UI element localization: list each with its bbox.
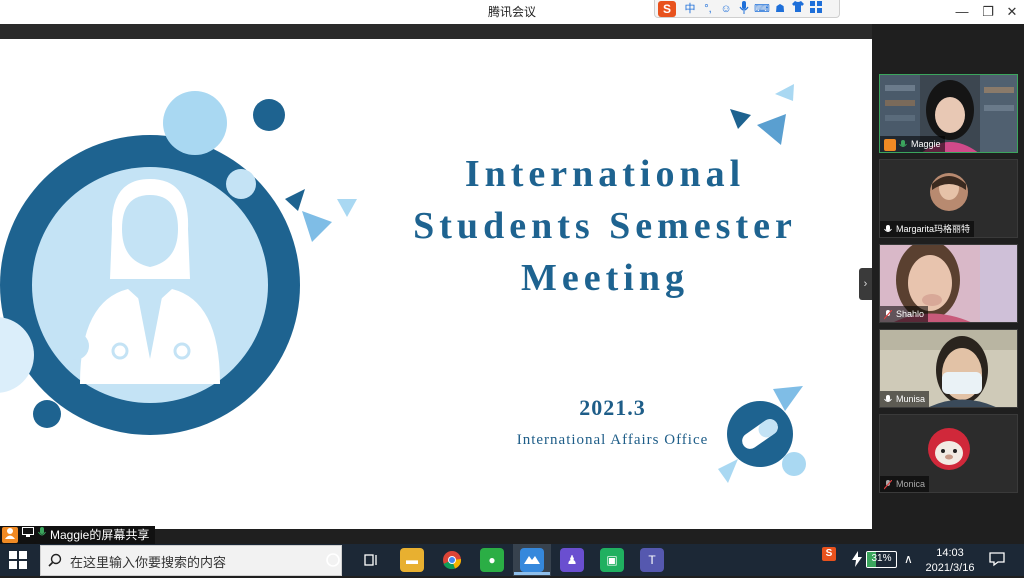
cortana-icon[interactable] xyxy=(321,548,345,572)
clock-time[interactable]: 14:03 xyxy=(926,547,974,559)
teams-icon[interactable]: T xyxy=(640,548,664,572)
minimize-button[interactable]: — xyxy=(948,0,976,24)
participant-name: Maggie xyxy=(880,136,945,152)
tray-expand-icon[interactable]: ∧ xyxy=(904,552,913,566)
app-purple-icon[interactable]: ♟ xyxy=(560,548,584,572)
slide-date: 2021.3 xyxy=(579,395,646,420)
ime-voice-icon[interactable] xyxy=(736,1,752,17)
participant-name: Munisa xyxy=(880,391,930,407)
wechat-icon[interactable]: ● xyxy=(480,548,504,572)
sogou-logo-icon[interactable]: S xyxy=(658,1,676,17)
deco-circle-dark xyxy=(253,99,285,131)
ime-emoji-icon[interactable]: ☺ xyxy=(718,1,734,17)
slide-title: International Students Semester Meeting xyxy=(370,148,840,304)
deco-triangle xyxy=(730,109,751,129)
deco-circle-light xyxy=(782,452,806,476)
deco-circle-bottom xyxy=(33,400,61,428)
ime-chinese-mode[interactable]: 中 xyxy=(682,1,698,17)
participant-tile[interactable]: Munisa xyxy=(879,329,1018,408)
participant-tile[interactable]: Monica xyxy=(879,414,1018,493)
mic-on-icon xyxy=(899,139,907,147)
deco-triangle xyxy=(775,84,794,101)
deco-triangle xyxy=(285,189,305,211)
slide-title-line: Students Semester xyxy=(413,205,797,247)
participant-name: Monica xyxy=(880,476,930,492)
sogou-tray-icon[interactable]: S xyxy=(822,547,836,561)
participant-name: Shahlo xyxy=(880,306,929,322)
deco-triangle xyxy=(757,114,786,145)
chrome-icon[interactable] xyxy=(440,548,464,572)
participant-name: Margarita玛格丽特 xyxy=(880,221,975,237)
sharer-avatar-icon xyxy=(2,527,18,543)
window-title: 腾讯会议 xyxy=(487,5,536,19)
participant-tile[interactable]: Maggie xyxy=(879,74,1018,153)
file-explorer-icon[interactable]: ▬ xyxy=(400,548,424,572)
charging-icon xyxy=(852,551,862,567)
mic-icon xyxy=(884,394,892,402)
ime-punctuation[interactable]: °, xyxy=(700,1,716,17)
slide-office: International Affairs Office xyxy=(516,432,709,448)
participant-tile[interactable]: Margarita玛格丽特 xyxy=(879,159,1018,238)
ime-keyboard-icon[interactable]: ⌨ xyxy=(754,1,770,17)
close-button[interactable]: ✕ xyxy=(998,0,1024,24)
host-icon xyxy=(884,138,896,151)
windows-start-icon[interactable] xyxy=(9,551,27,569)
ime-skin-icon[interactable] xyxy=(790,1,806,17)
active-app-highlight xyxy=(513,544,551,576)
deco-triangle xyxy=(302,211,332,242)
ime-user-icon[interactable]: ☗ xyxy=(772,1,788,17)
task-view-icon[interactable] xyxy=(359,548,383,572)
search-placeholder: 在这里输入你要搜索的内容 xyxy=(70,555,227,570)
mic-muted-icon xyxy=(884,479,892,490)
slide-title-line: Meeting xyxy=(521,257,689,299)
deco-circle-small xyxy=(61,332,89,360)
mic-icon xyxy=(884,224,892,232)
clock-date[interactable]: 2021/3/16 xyxy=(918,562,982,574)
participant-tile[interactable]: Shahlo xyxy=(879,244,1018,323)
slide-title-line: International xyxy=(464,153,746,195)
battery-percent: 31% xyxy=(871,553,892,564)
deco-triangle xyxy=(718,459,738,483)
mic-on-icon xyxy=(34,527,50,543)
deco-circle-light xyxy=(163,91,227,155)
deco-circle-pale xyxy=(226,169,256,199)
search-icon xyxy=(48,553,62,567)
mic-muted-icon xyxy=(884,309,892,320)
deco-triangle xyxy=(337,199,357,217)
notification-icon[interactable] xyxy=(989,551,1005,567)
collapse-panel-button[interactable]: › xyxy=(859,268,872,300)
app-green-icon[interactable]: ▣ xyxy=(600,548,624,572)
ime-toolbox-icon[interactable] xyxy=(808,1,824,17)
share-top-strip xyxy=(0,24,872,39)
